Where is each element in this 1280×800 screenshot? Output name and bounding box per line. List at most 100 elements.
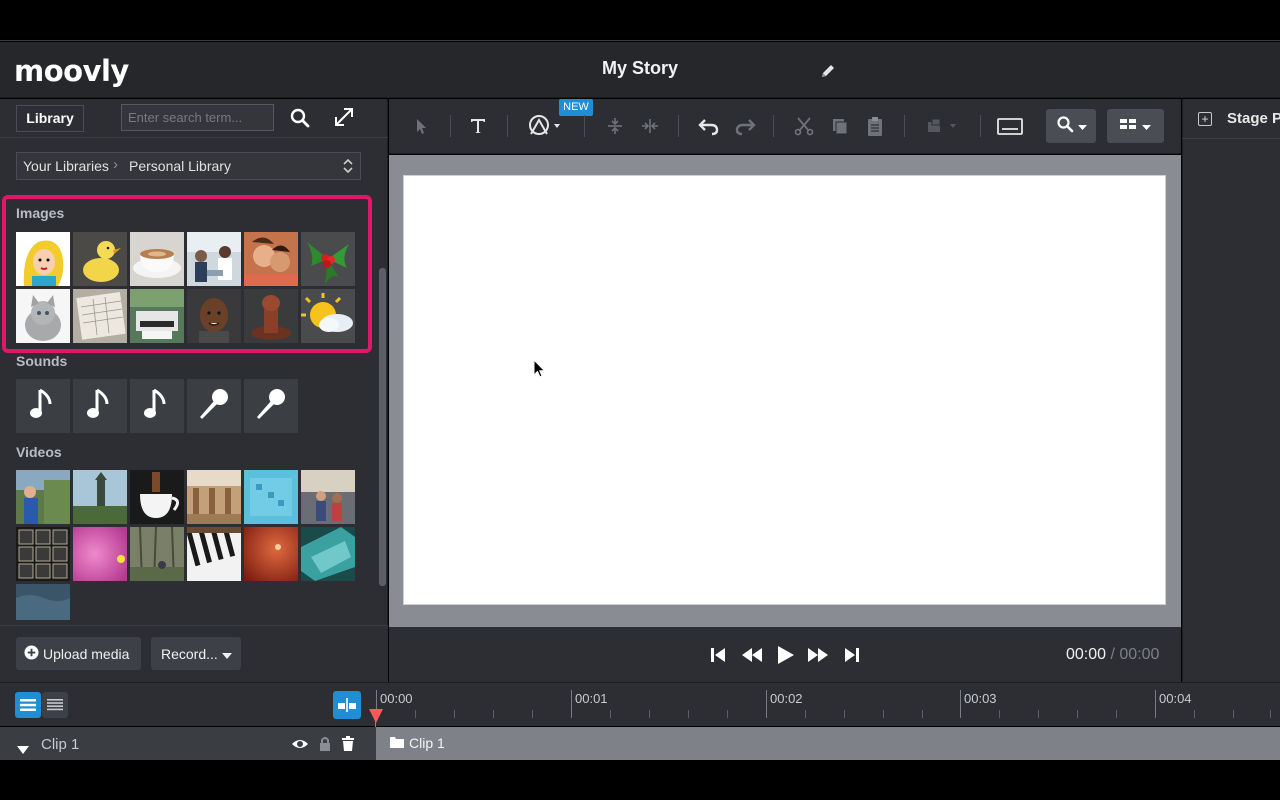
library-scrollbar-thumb[interactable] [379, 268, 386, 586]
video-thumbnail[interactable] [301, 470, 355, 524]
video-thumbnail[interactable] [187, 527, 241, 581]
chevron-right-icon: › [113, 156, 118, 173]
compact-view-icon[interactable] [42, 692, 68, 718]
app-header [0, 42, 1280, 98]
video-thumbnail[interactable] [16, 527, 70, 581]
video-thumbnail[interactable] [130, 470, 184, 524]
align-horizontal-icon[interactable] [637, 113, 663, 139]
library-tab[interactable]: Library [16, 105, 84, 132]
shape-tool-icon[interactable] [526, 112, 564, 138]
stage-properties-title: Stage Properties [1227, 110, 1280, 127]
caret-down-icon [221, 646, 232, 662]
pencil-icon[interactable] [818, 61, 838, 81]
zoom-dropdown-button[interactable] [1046, 109, 1096, 143]
music-note-icon [142, 386, 172, 427]
clip-block[interactable]: Clip 1 [390, 735, 445, 751]
rewind-icon[interactable] [739, 642, 765, 668]
library-search-input[interactable] [121, 104, 274, 131]
video-thumbnail[interactable] [73, 527, 127, 581]
music-note-icon [85, 386, 115, 427]
cut-icon[interactable] [791, 113, 817, 139]
plus-circle-icon [24, 644, 39, 663]
tick-label: 00:01 [575, 691, 608, 706]
video-thumbnail[interactable] [244, 470, 298, 524]
panel-divider [0, 137, 388, 138]
undo-icon[interactable] [696, 113, 722, 139]
video-thumbnail[interactable] [130, 527, 184, 581]
time-separator: / [1110, 646, 1115, 663]
caret-down-icon [1142, 117, 1151, 135]
fast-forward-icon[interactable] [805, 642, 831, 668]
layout-dropdown-button[interactable] [1107, 109, 1164, 143]
zoom-search-icon [1056, 115, 1074, 138]
track-lane[interactable] [376, 727, 1280, 760]
up-down-chevron-icon[interactable] [342, 158, 354, 174]
sound-item[interactable] [187, 379, 241, 433]
tick-minor [922, 710, 923, 718]
playhead-marker[interactable] [368, 708, 384, 724]
tick-minor [415, 710, 416, 718]
moovly-logo[interactable]: moovly [14, 54, 129, 88]
redo-icon[interactable] [732, 113, 758, 139]
library-breadcrumb[interactable]: Your Libraries › Personal Library [16, 152, 361, 180]
sound-item[interactable] [130, 379, 184, 433]
play-icon[interactable] [772, 642, 798, 668]
select-arrow-icon[interactable] [408, 113, 434, 139]
tick-minor [688, 710, 689, 718]
upload-media-button[interactable]: Upload media [16, 637, 141, 670]
stage-canvas[interactable] [403, 175, 1166, 605]
tick-minor [1038, 710, 1039, 718]
eye-icon[interactable] [291, 736, 309, 752]
trash-icon[interactable] [341, 736, 355, 752]
sound-item[interactable] [16, 379, 70, 433]
timeline-ruler[interactable] [376, 682, 1280, 726]
expand-icon[interactable] [332, 105, 356, 129]
skip-to-end-icon[interactable] [839, 642, 865, 668]
lock-icon[interactable] [318, 736, 332, 752]
stage-properties-panel [1182, 99, 1280, 682]
timeline-fit-icon[interactable] [333, 691, 361, 719]
subtitles-icon[interactable] [995, 113, 1025, 139]
microphone-icon [196, 386, 232, 427]
paste-icon[interactable] [862, 113, 888, 139]
text-tool-icon[interactable] [465, 113, 491, 139]
stage-properties-header[interactable]: + Stage Properties [1182, 99, 1280, 139]
toolbar-separator [450, 115, 451, 137]
sound-item[interactable] [244, 379, 298, 433]
video-thumbnail[interactable] [244, 527, 298, 581]
record-button[interactable]: Record... [151, 637, 241, 670]
search-icon[interactable] [288, 106, 312, 130]
microphone-icon [253, 386, 289, 427]
sounds-section-label: Sounds [16, 353, 68, 369]
caret-down-icon[interactable] [17, 741, 29, 754]
video-thumbnail[interactable] [16, 470, 70, 524]
tick-minor [454, 710, 455, 718]
tick-major [960, 690, 961, 718]
video-thumbnail[interactable] [73, 470, 127, 524]
breadcrumb-personal-library[interactable]: Personal Library [129, 158, 231, 174]
align-vertical-icon[interactable] [602, 113, 628, 139]
sound-item[interactable] [73, 379, 127, 433]
grid-layout-icon [1120, 117, 1136, 135]
record-label: Record... [161, 645, 218, 662]
current-time: 00:00 [1066, 646, 1107, 663]
caret-down-icon [1077, 117, 1087, 135]
skip-to-start-icon[interactable] [705, 642, 731, 668]
top-black-band [0, 0, 1280, 41]
copy-icon[interactable] [827, 113, 853, 139]
track-name: Clip 1 [41, 736, 80, 753]
toolbar-separator [980, 115, 981, 137]
video-thumbnail[interactable] [16, 584, 70, 620]
arrange-icon[interactable] [924, 113, 960, 139]
tick-label: 00:04 [1159, 691, 1192, 706]
video-thumbnail[interactable] [301, 527, 355, 581]
expanded-view-icon[interactable] [15, 692, 41, 718]
video-thumbnail[interactable] [187, 470, 241, 524]
toolbar-separator [507, 115, 508, 137]
breadcrumb-your-libraries[interactable]: Your Libraries [23, 158, 109, 174]
tick-label: 00:02 [770, 691, 803, 706]
tick-minor [1194, 710, 1195, 718]
tick-label: 00:03 [964, 691, 997, 706]
new-badge: NEW [559, 99, 593, 116]
tick-minor [727, 710, 728, 718]
